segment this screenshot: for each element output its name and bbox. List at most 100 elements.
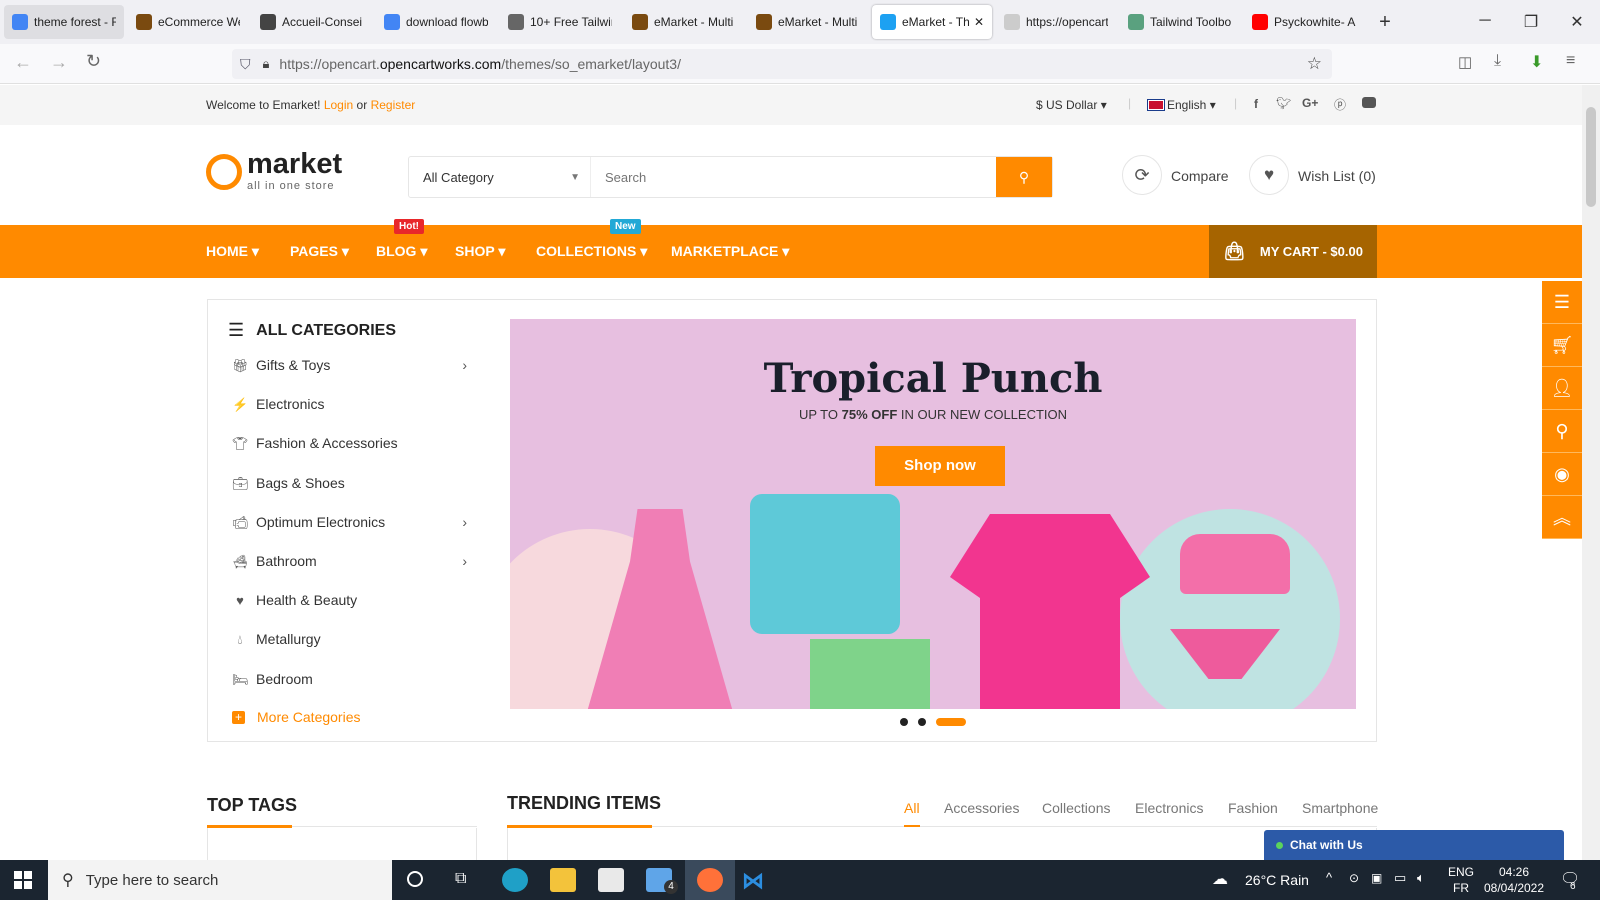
sidebar-recent-button[interactable]: ◉ [1542,453,1582,496]
forward-icon[interactable]: → [50,52,68,73]
scroll-thumb[interactable] [1586,107,1596,207]
categories-header[interactable]: ☰ ALL CATEGORIES [228,320,396,341]
category-item[interactable]: ⚡ Electronics [232,396,467,412]
browser-tab[interactable]: Accueil-Consei [252,5,372,39]
browser-tab[interactable]: theme forest - F [4,5,124,39]
slider-dot-active[interactable] [936,718,966,726]
input-language[interactable]: ENG FR [1448,864,1474,896]
google-plus-icon[interactable]: G+ [1302,96,1318,110]
category-item[interactable]: 💼︎ Bags & Shoes [232,475,467,491]
login-link[interactable]: Login [324,98,353,112]
extension-icon[interactable]: ⬇ [1530,52,1543,72]
language-dropdown[interactable]: English ▾ [1147,98,1216,112]
bookmark-star-icon[interactable]: ☆ [1307,54,1322,74]
tray-app-icon[interactable]: ⊙ [1349,871,1359,885]
store-icon[interactable] [598,868,624,892]
menu-home[interactable]: HOME ▾ [206,243,259,260]
file-explorer-icon[interactable] [550,868,576,892]
category-item[interactable]: 🛏︎ Bedroom [232,671,467,687]
shield-icon[interactable]: ⛉ [240,56,251,73]
taskbar-search[interactable]: ⚲ Type here to search [48,860,392,900]
menu-marketplace[interactable]: MARKETPLACE ▾ [671,243,789,260]
category-select[interactable]: All Category ▼ [409,157,591,197]
menu-collections[interactable]: COLLECTIONS ▾ [536,243,647,260]
new-tab-button[interactable]: + [1370,11,1400,34]
sidebar-search-button[interactable]: ⚲ [1542,410,1582,453]
sidebar-cart-button[interactable]: 🛒︎ [1542,324,1582,367]
download-icon[interactable]: ⤓ [1494,52,1501,70]
wishlist-link[interactable]: Wish List (0) [1298,168,1376,184]
filter-tab[interactable]: Fashion [1228,800,1278,816]
logo-word[interactable]: market [247,149,342,179]
compare-link[interactable]: Compare [1171,168,1229,184]
heart-icon[interactable]: ♥ [1249,155,1289,195]
filter-tab[interactable]: Accessories [944,800,1019,816]
browser-tab[interactable]: Tailwind Toolbo [1120,5,1240,39]
logo-mark[interactable] [206,154,242,190]
menu-pages[interactable]: PAGES ▾ [290,243,349,260]
category-item[interactable]: 🛁︎ Bathroom › [232,553,467,569]
sidebar-list-button[interactable]: ☰ [1542,281,1582,324]
register-link[interactable]: Register [371,98,416,112]
page-scrollbar[interactable] [1582,85,1600,860]
filter-tab[interactable]: Smartphone [1302,800,1378,816]
slider-dot[interactable] [900,718,908,726]
facebook-icon[interactable]: f [1254,97,1258,111]
menu-icon[interactable]: ≡ [1566,52,1575,70]
tray-chevron-icon[interactable]: ^ [1326,870,1332,885]
task-view-icon[interactable]: ⧉ [455,870,466,888]
twitter-icon[interactable]: 🐦︎ [1276,96,1291,110]
firefox-active-highlight[interactable] [685,860,735,900]
category-item[interactable]: 💧︎ Metallurgy [232,631,467,647]
search-input[interactable] [591,157,996,197]
filter-tab[interactable]: Electronics [1135,800,1203,816]
sidebar-account-button[interactable]: 👤︎ [1542,367,1582,410]
pinterest-icon[interactable]: ⓟ [1334,96,1346,113]
category-item[interactable]: ♥ Health & Beauty [232,592,467,608]
cart-button[interactable]: 👜︎ MY CART - $0.00 [1209,225,1377,278]
menu-blog[interactable]: BLOG ▾ [376,243,427,260]
reload-icon[interactable]: ↻ [86,51,101,72]
vscode-icon[interactable]: ⋈ [742,868,764,894]
restore-icon[interactable]: ❐ [1508,12,1554,32]
menu-shop[interactable]: SHOP ▾ [455,243,505,260]
sidebar-top-button[interactable]: ︽ [1542,496,1582,539]
tray-security-icon[interactable]: ▣ [1371,871,1382,885]
browser-tab[interactable]: eMarket - Th ✕ [872,5,992,39]
close-tab-icon[interactable]: ✕ [974,15,984,29]
url-bar[interactable]: ⛉ 🔒︎ https://opencart.opencartworks.com/… [232,49,1332,79]
windows-start-icon[interactable] [14,871,32,889]
category-item[interactable]: 📹︎ Optimum Electronics › [232,514,467,530]
back-icon[interactable]: ← [14,52,32,73]
chat-widget[interactable]: Chat with Us [1264,830,1564,860]
browser-tab[interactable]: Psyckowhite- A [1244,5,1364,39]
compare-icon[interactable]: ⟳ [1122,155,1162,195]
cortana-icon[interactable] [407,871,423,887]
volume-icon[interactable]: 🔈︎ [1417,870,1425,886]
edge-icon[interactable] [502,868,528,892]
browser-tab[interactable]: eCommerce We [128,5,248,39]
minimize-icon[interactable]: ─ [1462,12,1508,32]
currency-dropdown[interactable]: $ US Dollar ▾ [1036,98,1107,112]
shop-now-button[interactable]: Shop now [875,446,1005,486]
filter-tab[interactable]: All [904,800,920,827]
close-window-icon[interactable]: ✕ [1554,12,1600,32]
browser-tab[interactable]: eMarket - Multi [624,5,744,39]
browser-tab[interactable]: download flowb [376,5,496,39]
category-item[interactable]: 👕︎ Fashion & Accessories [232,435,467,451]
category-item[interactable]: 🎁︎ Gifts & Toys › [232,357,467,373]
slider-dot[interactable] [918,718,926,726]
browser-tab[interactable]: https://opencart.op [996,5,1116,39]
filter-tab[interactable]: Collections [1042,800,1110,816]
hero-banner[interactable]: Tropical Punch UP TO 75% OFF IN OUR NEW … [510,319,1356,709]
clock[interactable]: 04:26 08/04/2022 [1482,864,1546,896]
weather-text[interactable]: 26°C Rain [1245,872,1309,888]
weather-icon[interactable]: ☁ [1212,869,1228,889]
browser-tab[interactable]: 10+ Free Tailwin [500,5,620,39]
youtube-icon[interactable] [1362,97,1376,108]
network-icon[interactable]: ▭ [1394,870,1406,886]
pocket-icon[interactable]: ◫ [1458,53,1472,71]
browser-tab[interactable]: eMarket - Multi [748,5,868,39]
more-categories-link[interactable]: + More Categories [232,709,361,725]
search-button[interactable]: ⚲ [996,157,1052,197]
